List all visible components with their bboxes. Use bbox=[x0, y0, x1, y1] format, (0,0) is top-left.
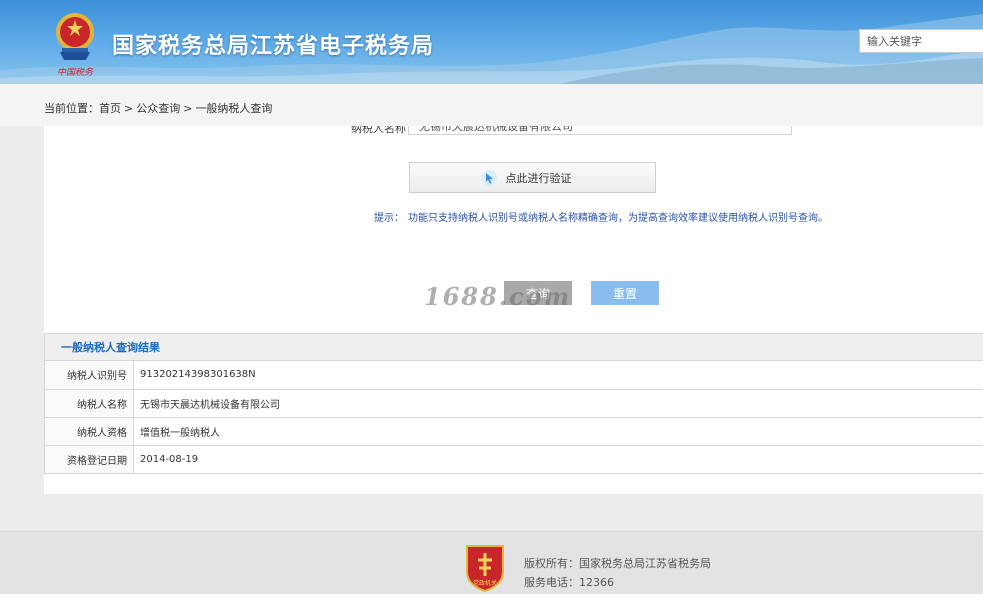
table-row: 纳税人资格 增值税一般纳税人 bbox=[45, 417, 983, 445]
emblem-text: 中国税务 bbox=[57, 67, 94, 78]
tax-emblem-logo: 中国税务 bbox=[46, 8, 104, 80]
verify-button-label: 点此进行验证 bbox=[506, 170, 572, 186]
verify-pointer-icon bbox=[480, 169, 498, 187]
breadcrumb-current: 一般纳税人查询 bbox=[195, 102, 272, 115]
breadcrumb-public-query-link[interactable]: 公众查询 bbox=[136, 102, 180, 115]
watermark-text: 1688.com bbox=[424, 282, 571, 311]
tip-text: 功能只支持纳税人识别号或纳税人名称精确查询，为提高查询效率建议使用纳税人识别号查… bbox=[408, 213, 828, 224]
result-label: 纳税人资格 bbox=[45, 417, 134, 445]
site-header: 中国税务 国家税务总局江苏省电子税务局 bbox=[0, 0, 983, 84]
footer-phone: 服务电话：12366 bbox=[524, 573, 711, 592]
badge-text: 党政机关 bbox=[473, 579, 497, 587]
result-label: 资格登记日期 bbox=[45, 445, 134, 473]
breadcrumb-separator: > bbox=[124, 102, 133, 115]
table-row: 纳税人名称 无锡市天晨达机械设备有限公司 bbox=[45, 389, 983, 417]
breadcrumb-home-link[interactable]: 首页 bbox=[99, 102, 121, 115]
result-label: 纳税人识别号 bbox=[45, 361, 134, 389]
result-value: 无锡市天晨达机械设备有限公司 bbox=[134, 389, 983, 417]
footer-info: 版权所有：国家税务总局江苏省税务局 服务电话：12366 bbox=[524, 554, 711, 592]
site-footer: 党政机关 版权所有：国家税务总局江苏省税务局 服务电话：12366 bbox=[0, 531, 983, 594]
results-section: 一般纳税人查询结果 纳税人识别号 91320214398301638N 纳税人名… bbox=[44, 333, 983, 474]
search-input[interactable] bbox=[859, 29, 983, 53]
reset-button[interactable]: 重置 bbox=[591, 281, 659, 305]
tip-label: 提示： bbox=[374, 213, 404, 224]
verify-button[interactable]: 点此进行验证 bbox=[409, 162, 656, 193]
results-title: 一般纳税人查询结果 bbox=[44, 333, 983, 361]
table-row: 纳税人识别号 91320214398301638N bbox=[45, 361, 983, 389]
government-badge-icon[interactable]: 党政机关 bbox=[464, 542, 506, 592]
query-panel: 纳税人名称 无锡市天晨达机械设备有限公司 点此进行验证 提示： 功能只支持纳税人识… bbox=[44, 126, 983, 494]
taxpayer-name-row: 纳税人名称 无锡市天晨达机械设备有限公司 bbox=[44, 126, 983, 136]
breadcrumb-prefix: 当前位置： bbox=[44, 102, 99, 115]
results-table: 纳税人识别号 91320214398301638N 纳税人名称 无锡市天晨达机械… bbox=[44, 361, 983, 474]
breadcrumb: 当前位置：首页>公众查询>一般纳税人查询 bbox=[44, 100, 272, 116]
table-row: 资格登记日期 2014-08-19 bbox=[45, 445, 983, 473]
site-title: 国家税务总局江苏省电子税务局 bbox=[112, 28, 434, 60]
breadcrumb-separator: > bbox=[183, 102, 192, 115]
query-tip: 提示： 功能只支持纳税人识别号或纳税人名称精确查询，为提高查询效率建议使用纳税人识… bbox=[374, 209, 828, 224]
footer-copyright: 版权所有：国家税务总局江苏省税务局 bbox=[524, 554, 711, 573]
taxpayer-name-field[interactable]: 无锡市天晨达机械设备有限公司 bbox=[408, 126, 792, 135]
result-value: 91320214398301638N bbox=[134, 361, 983, 389]
result-value: 增值税一般纳税人 bbox=[134, 417, 983, 445]
result-value: 2014-08-19 bbox=[134, 445, 983, 473]
taxpayer-name-label: 纳税人名称 bbox=[344, 126, 406, 136]
result-label: 纳税人名称 bbox=[45, 389, 134, 417]
